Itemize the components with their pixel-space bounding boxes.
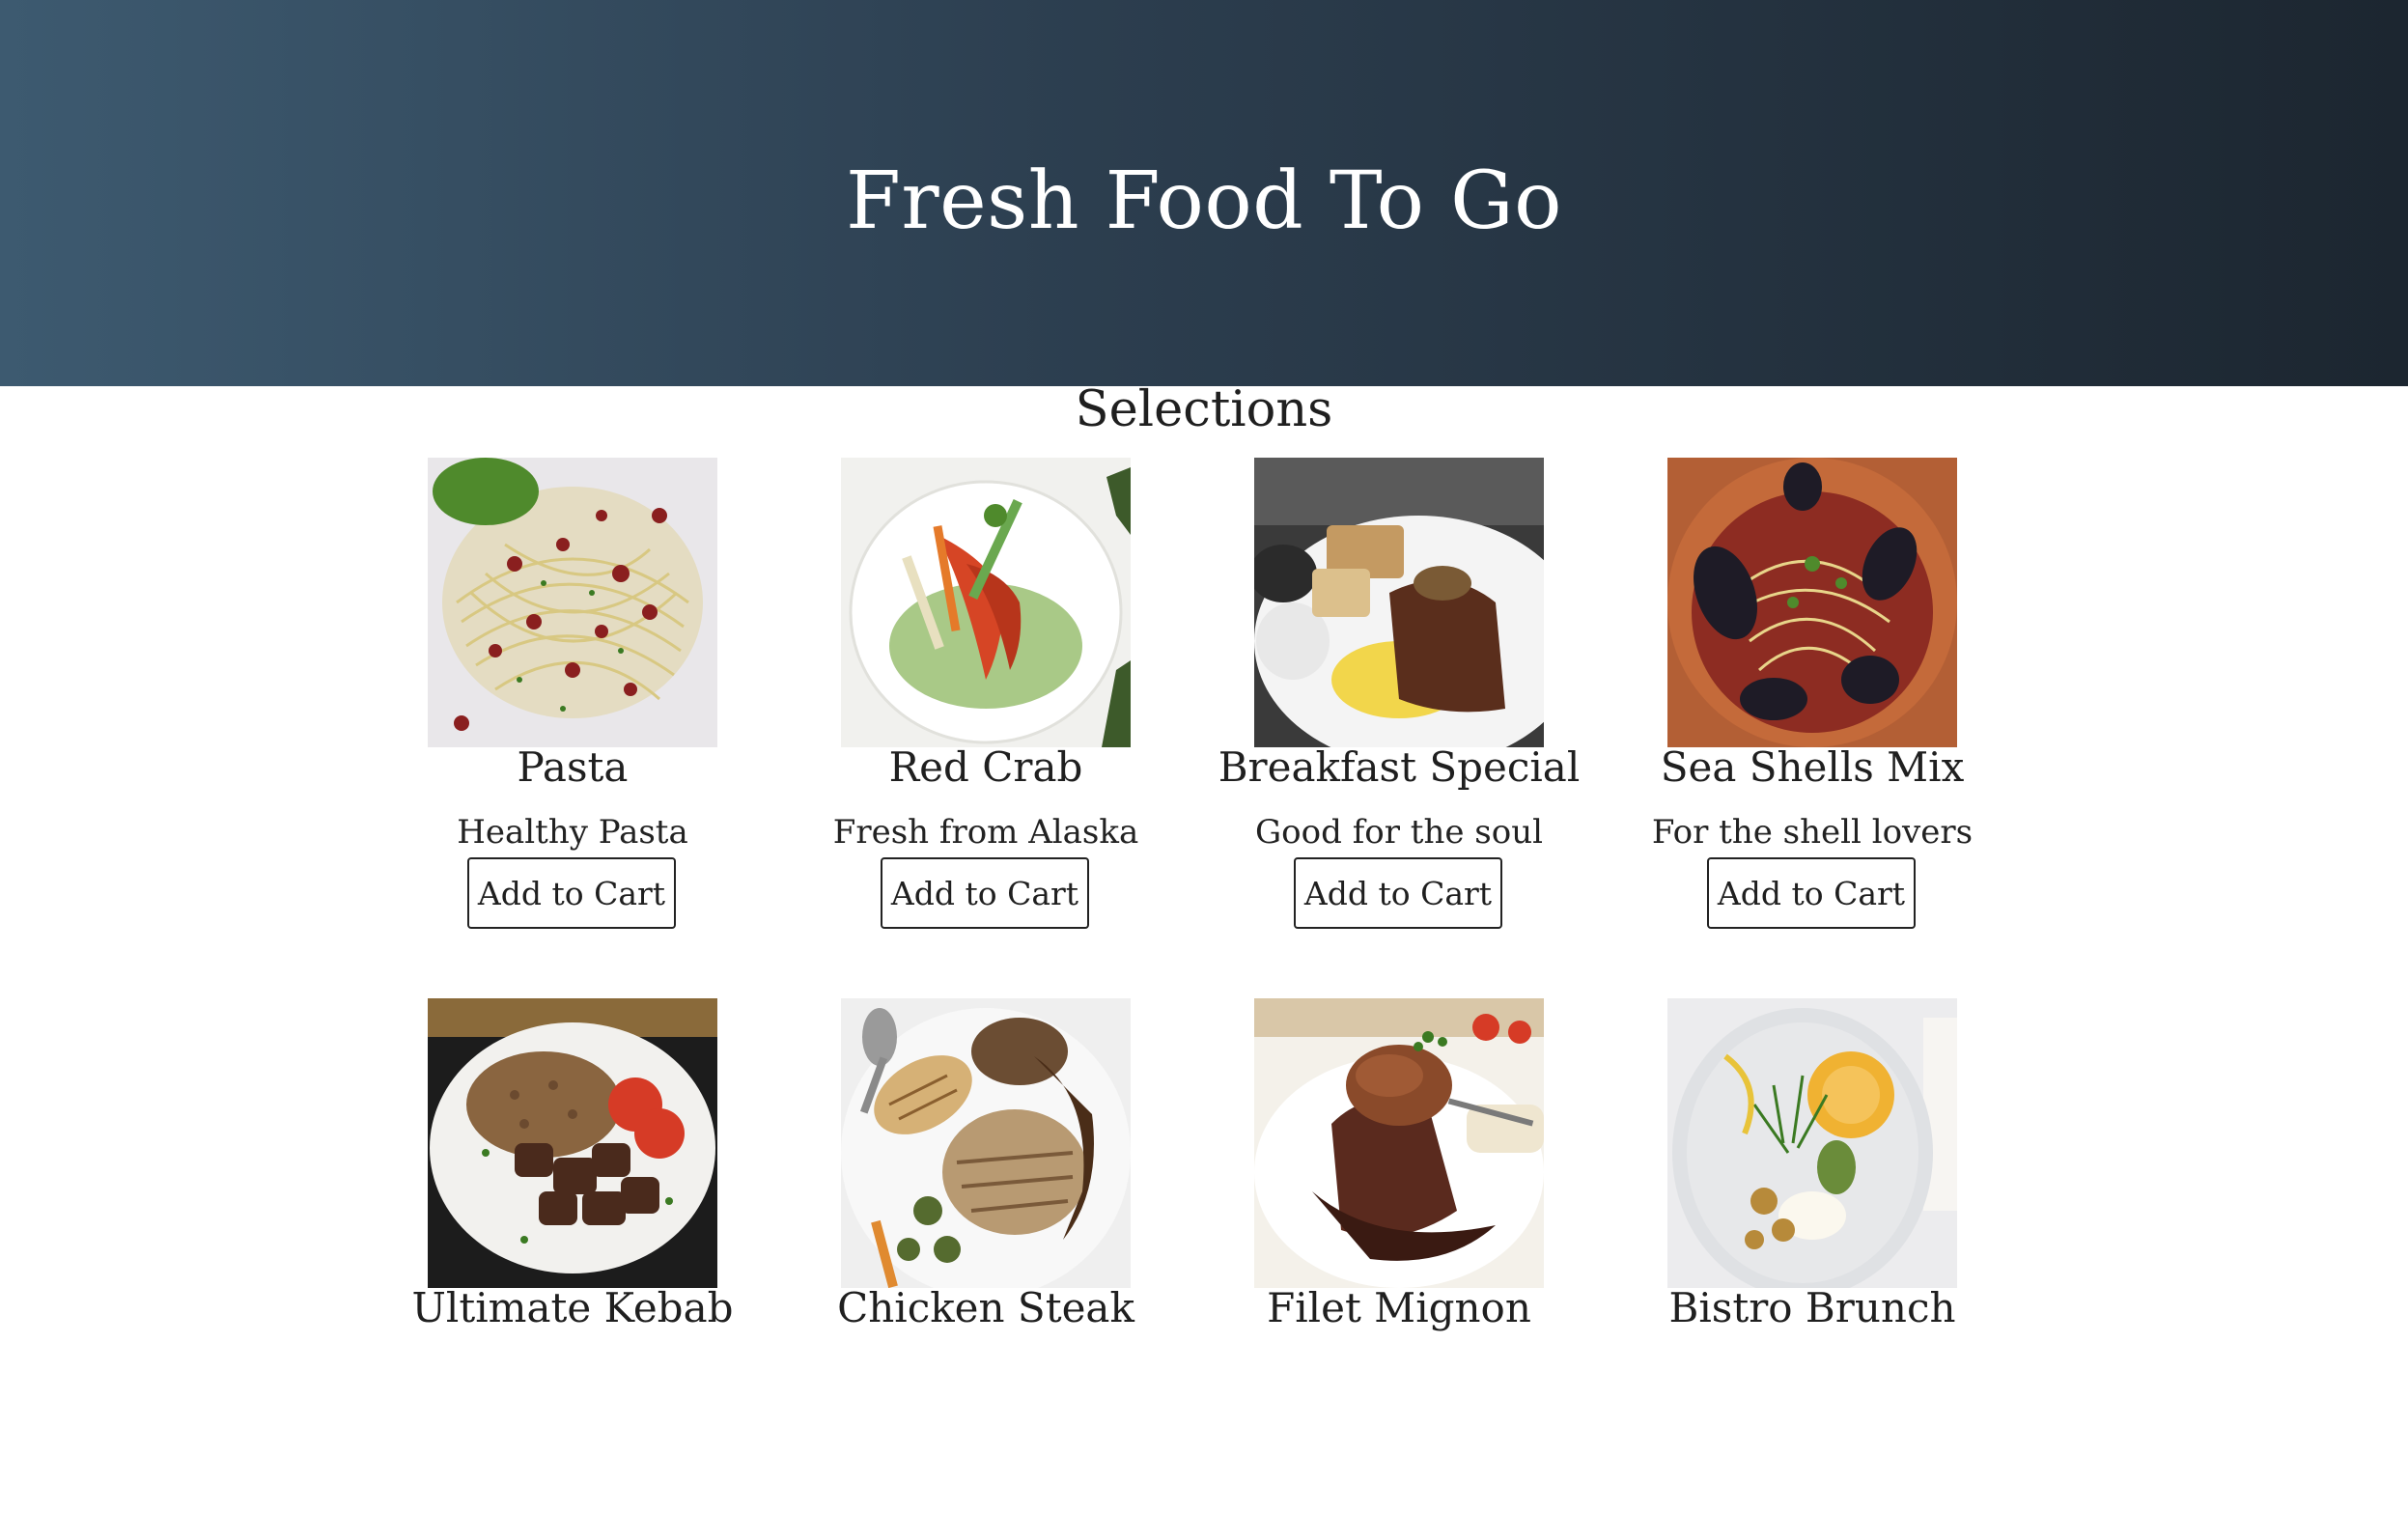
red-crab-photo[interactable] — [841, 458, 1131, 747]
menu-item-description: For the shell lovers — [1651, 813, 1974, 852]
menu-item-bistro-brunch: Bistro Brunch — [1667, 998, 1957, 1539]
breakfast-special-photo[interactable] — [1254, 458, 1544, 747]
menu-item-chicken-steak: Chicken Steak — [837, 998, 1134, 1539]
sea-shells-mix-photo[interactable] — [1667, 458, 1957, 747]
menu-item-name: Breakfast Special — [1218, 743, 1581, 791]
add-to-cart-button[interactable]: Add to Cart — [467, 857, 676, 929]
menu-item-name: Ultimate Kebab — [411, 1284, 734, 1331]
menu-item-name: Red Crab — [888, 743, 1083, 791]
menu-item-sea-shells-mix: Sea Shells Mix For the shell lovers Add … — [1652, 458, 1973, 998]
menu-item-description: Good for the soul — [1255, 813, 1543, 852]
chicken-steak-photo[interactable] — [841, 998, 1131, 1288]
bistro-brunch-photo[interactable] — [1667, 998, 1957, 1288]
section-title: Selections — [1075, 381, 1333, 438]
menu-item-name: Chicken Steak — [837, 1284, 1134, 1331]
menu-item-ultimate-kebab: Ultimate Kebab — [411, 998, 734, 1539]
add-to-cart-button[interactable]: Add to Cart — [1707, 857, 1916, 929]
menu-item-name: Bistro Brunch — [1668, 1284, 1956, 1331]
menu-item-description: Fresh from Alaska — [832, 813, 1139, 852]
pasta-photo[interactable] — [428, 458, 717, 747]
menu-item-name: Pasta — [517, 743, 629, 791]
menu-item-red-crab: Red Crab Fresh from Alaska Add to Cart — [833, 458, 1138, 998]
menu-item-pasta: Pasta Healthy Pasta Add to Cart — [428, 458, 717, 998]
menu-item-name: Filet Mignon — [1267, 1284, 1531, 1331]
menu-item-breakfast-special: Breakfast Special Good for the soul Add … — [1218, 458, 1580, 998]
menu-item-filet-mignon: Filet Mignon — [1254, 998, 1544, 1539]
add-to-cart-button[interactable]: Add to Cart — [1294, 857, 1502, 929]
add-to-cart-button[interactable]: Add to Cart — [881, 857, 1089, 929]
menu-item-name: Sea Shells Mix — [1660, 743, 1965, 791]
menu-grid: Pasta Healthy Pasta Add to Cart Red Crab… — [411, 458, 1973, 1539]
hero-banner: Fresh Food To Go — [0, 0, 2408, 386]
ultimate-kebab-photo[interactable] — [428, 998, 717, 1288]
site-title: Fresh Food To Go — [846, 154, 1562, 247]
menu-item-description: Healthy Pasta — [457, 813, 688, 852]
filet-mignon-photo[interactable] — [1254, 998, 1544, 1288]
